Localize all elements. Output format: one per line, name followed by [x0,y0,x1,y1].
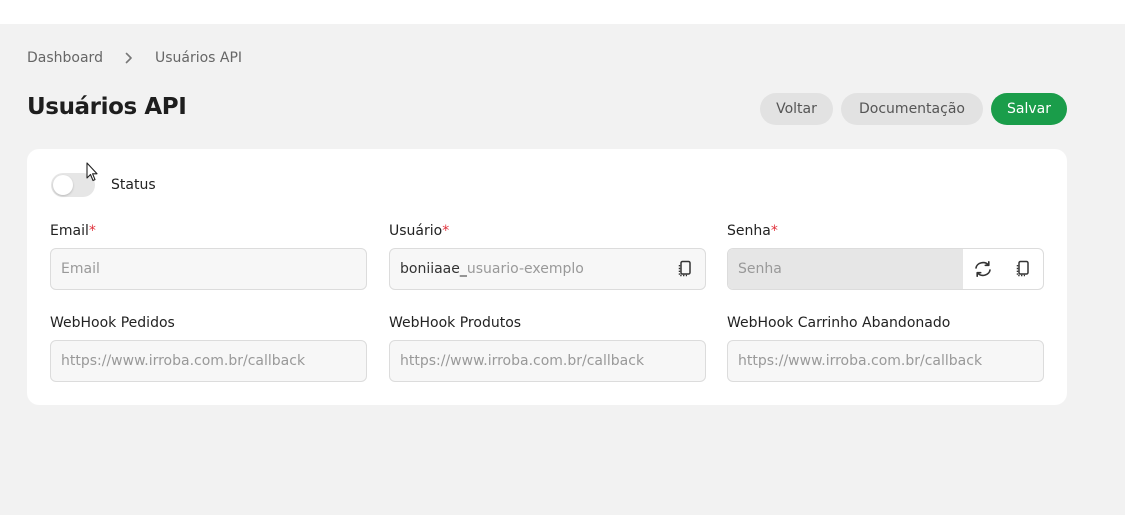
webhook-pedidos-label: WebHook Pedidos [50,315,175,331]
required-marker: * [88,223,96,239]
breadcrumb-current: Usuários API [154,50,243,66]
page-title: Usuários API [27,94,187,120]
breadcrumb: Dashboard Usuários API [27,49,242,67]
password-input[interactable] [728,249,963,289]
senha-field-group: Senha* [727,222,1044,290]
webhook-pedidos-input[interactable] [51,341,366,381]
usuario-prefix: boniiaae_ [400,261,467,277]
refresh-icon[interactable] [963,249,1003,289]
mouse-pointer-icon [86,162,98,186]
usuario-input[interactable]: boniiaae_usuario-exemplo [390,261,665,277]
usuario-input-wrap: boniiaae_usuario-exemplo [389,248,706,290]
copy-icon[interactable] [665,249,705,289]
email-label: Email* [50,222,367,240]
webhook-produtos-input[interactable] [390,341,705,381]
status-row: Status [51,173,156,197]
webhook-carrinho-field-group: WebHook Carrinho Abandonado [727,314,1044,382]
required-marker: * [770,223,778,239]
webhook-pedidos-field-group: WebHook Pedidos [50,314,367,382]
status-label: Status [111,177,156,193]
usuario-placeholder: usuario-exemplo [466,261,584,277]
toggle-knob [53,175,73,195]
chevron-right-icon [125,52,133,64]
email-input[interactable] [51,249,366,289]
webhook-carrinho-input[interactable] [728,341,1043,381]
webhook-carrinho-label: WebHook Carrinho Abandonado [727,315,951,331]
webhook-pedidos-input-wrap [50,340,367,382]
breadcrumb-dashboard-link[interactable]: Dashboard [27,50,103,66]
webhook-produtos-input-wrap [389,340,706,382]
api-user-form-card: Status Email* Usuário* boniiaae_usuario-… [27,149,1067,405]
copy-icon[interactable] [1003,249,1043,289]
email-input-wrap [50,248,367,290]
webhook-carrinho-input-wrap [727,340,1044,382]
documentation-button[interactable]: Documentação [841,93,983,125]
usuario-label: Usuário* [389,222,706,240]
senha-label-text: Senha [727,223,771,239]
usuario-field-group: Usuário* boniiaae_usuario-exemplo [389,222,706,290]
email-label-text: Email [50,223,89,239]
required-marker: * [442,223,450,239]
senha-label: Senha* [727,222,1044,240]
top-bar [0,0,1125,24]
webhook-produtos-field-group: WebHook Produtos [389,314,706,382]
back-button[interactable]: Voltar [760,93,833,125]
email-field-group: Email* [50,222,367,290]
senha-input-wrap [727,248,1044,290]
header-actions: Voltar Documentação Salvar [760,93,1067,125]
usuario-label-text: Usuário [389,223,443,239]
save-button[interactable]: Salvar [991,93,1067,125]
webhook-produtos-label: WebHook Produtos [389,315,522,331]
